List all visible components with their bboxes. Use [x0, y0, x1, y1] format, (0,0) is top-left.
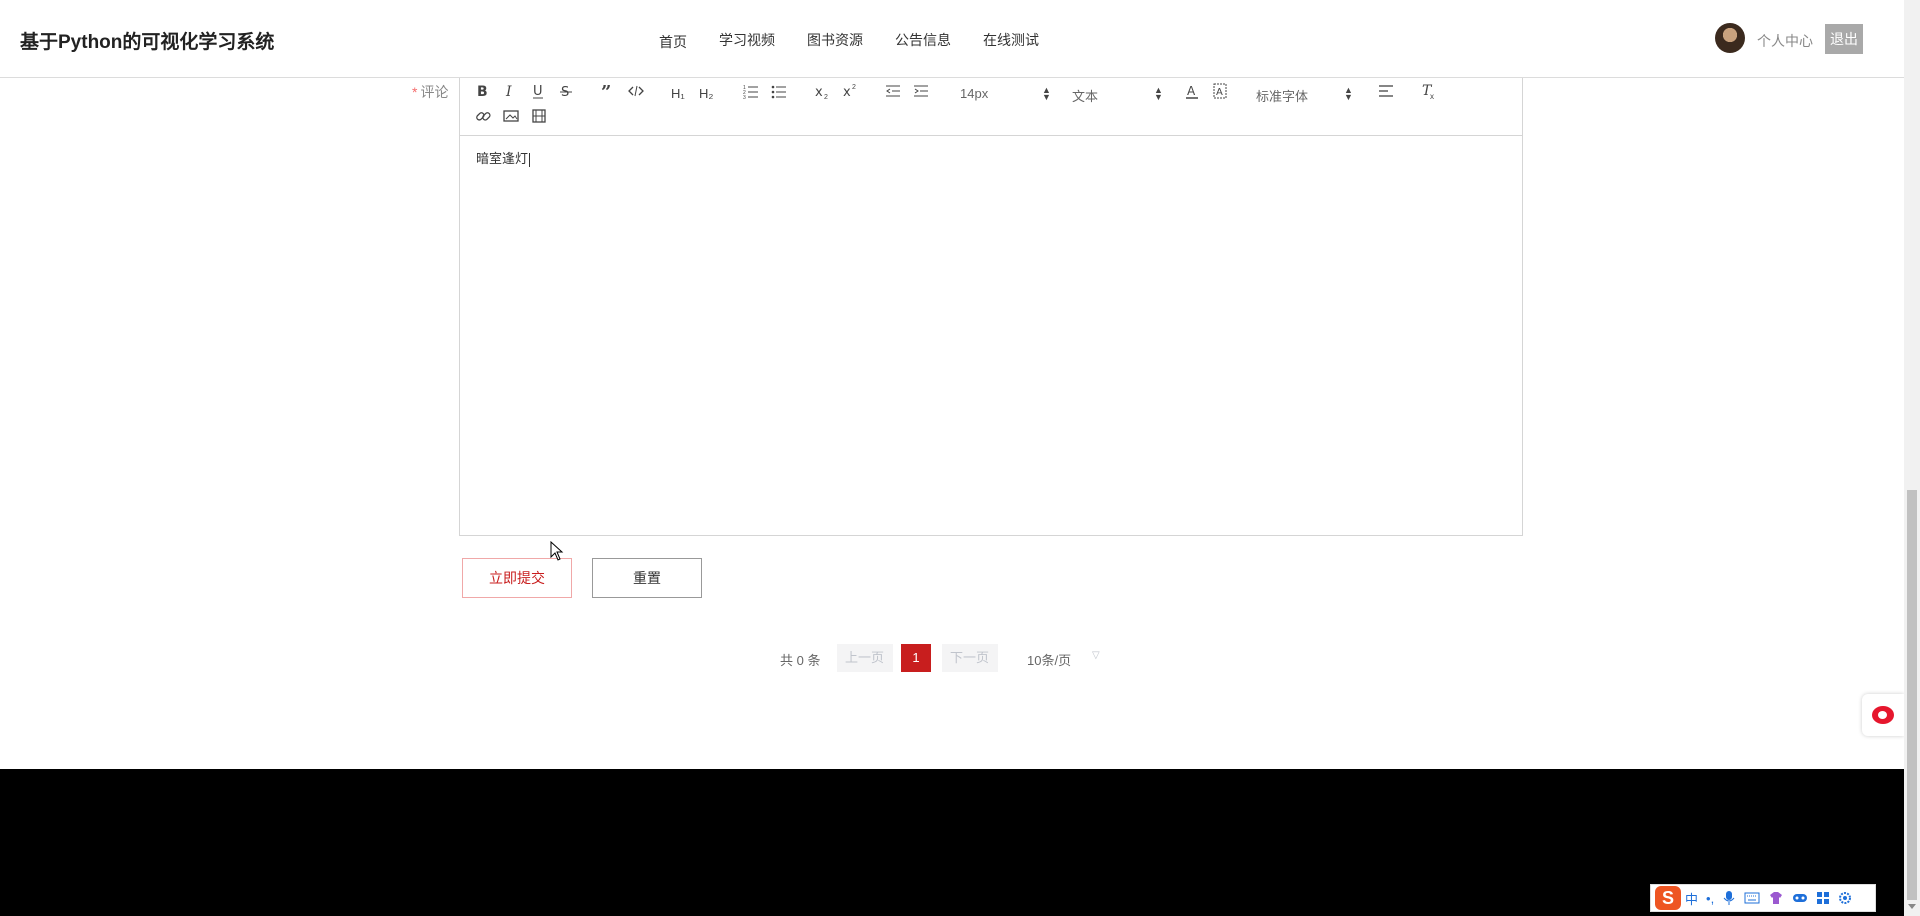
svg-text:3: 3	[743, 95, 746, 99]
subscript-icon[interactable]: x2	[814, 83, 830, 99]
svg-text:A: A	[1216, 87, 1223, 98]
nav-home[interactable]: 首页	[659, 32, 687, 52]
font-size-value: 14px	[960, 86, 989, 101]
logout-button[interactable]: 退出	[1825, 24, 1863, 54]
h1-button[interactable]: H₁	[671, 86, 685, 101]
svg-text:x: x	[843, 85, 851, 99]
keyboard-icon[interactable]	[1744, 891, 1760, 905]
quote-icon[interactable]: ”	[600, 83, 616, 99]
align-icon[interactable]	[1378, 83, 1394, 99]
editor-toolbar: B I U S ” H₁ H₂ 123 x2 x2 14px ▲ ▼ 文本 ▲ …	[460, 78, 1522, 136]
page-scrollbar[interactable]	[1904, 0, 1920, 916]
required-mark: *	[412, 84, 418, 100]
settings-icon[interactable]	[1838, 891, 1852, 905]
reset-button[interactable]: 重置	[592, 558, 702, 598]
avatar[interactable]	[1715, 23, 1745, 53]
h2-button[interactable]: H₂	[699, 86, 713, 101]
video-icon[interactable]	[531, 108, 547, 124]
rich-text-editor: B I U S ” H₁ H₂ 123 x2 x2 14px ▲ ▼ 文本 ▲ …	[459, 78, 1523, 536]
svg-text:”: ”	[601, 83, 611, 99]
editor-content[interactable]: 暗室逢灯	[476, 148, 531, 167]
toolbox-icon[interactable]	[1816, 891, 1830, 905]
svg-text:B: B	[477, 84, 488, 99]
game-icon[interactable]	[1792, 891, 1808, 905]
header-type-value: 文本	[1072, 89, 1099, 104]
select-caret-icon: ▼	[1344, 92, 1353, 102]
header-type-select[interactable]: 文本 ▲ ▼	[1072, 85, 1163, 105]
prev-page-button[interactable]: 上一页	[837, 644, 893, 672]
site-brand[interactable]: 基于Python的可视化学习系统	[20, 27, 274, 54]
submit-button[interactable]: 立即提交	[462, 558, 572, 598]
link-icon[interactable]	[475, 108, 491, 124]
svg-text:U: U	[533, 84, 543, 99]
font-color-icon[interactable]: A	[1184, 83, 1200, 99]
code-icon[interactable]	[628, 84, 644, 98]
strike-icon[interactable]: S	[559, 83, 573, 99]
comment-label-text: 评论	[420, 84, 449, 100]
svg-text:A: A	[1187, 84, 1196, 98]
ime-logo-icon[interactable]: S	[1655, 886, 1681, 910]
clear-format-icon[interactable]: Tx	[1420, 82, 1438, 100]
page-footer	[0, 769, 1904, 916]
font-size-select[interactable]: 14px ▲ ▼	[960, 85, 1051, 102]
microphone-icon[interactable]	[1722, 890, 1736, 906]
select-caret-icon: ▼	[1154, 92, 1163, 102]
pagination-total: 共 0 条	[780, 653, 821, 668]
main-nav: 首页 学习视频 图书资源 公告信息 在线测试	[659, 30, 1071, 52]
ime-toolbar: S 中 •,	[1650, 884, 1876, 912]
select-caret-icon: ▼	[1042, 92, 1051, 102]
ime-punct-toggle[interactable]: •,	[1706, 891, 1714, 906]
bold-icon[interactable]: B	[475, 83, 489, 99]
top-header: 基于Python的可视化学习系统 首页 学习视频 图书资源 公告信息 在线测试 …	[0, 0, 1904, 78]
comment-label: * 评论	[412, 82, 448, 102]
mouse-pointer-icon	[550, 541, 564, 561]
nav-videos[interactable]: 学习视频	[719, 30, 775, 52]
nav-tests[interactable]: 在线测试	[983, 30, 1039, 52]
scrollbar-thumb[interactable]	[1907, 490, 1917, 900]
image-icon[interactable]	[503, 108, 519, 124]
font-family-value: 标准字体	[1256, 89, 1309, 104]
superscript-icon[interactable]: x2	[842, 83, 858, 99]
svg-text:2: 2	[852, 84, 856, 91]
italic-icon[interactable]: I	[503, 83, 517, 99]
underline-icon[interactable]: U	[531, 83, 545, 99]
scroll-down-arrow-icon[interactable]	[1908, 904, 1916, 909]
outdent-icon[interactable]	[885, 83, 901, 99]
weibo-share-button[interactable]	[1862, 694, 1904, 736]
skin-icon[interactable]	[1768, 891, 1784, 905]
editor-text: 暗室逢灯	[476, 151, 529, 166]
nav-notices[interactable]: 公告信息	[895, 30, 951, 52]
text-caret	[529, 152, 531, 167]
svg-text:I: I	[505, 84, 512, 99]
chevron-down-icon[interactable]: ▽	[1092, 650, 1100, 661]
indent-icon[interactable]	[913, 83, 929, 99]
svg-text:x: x	[1430, 92, 1434, 100]
bullet-list-icon[interactable]	[771, 83, 787, 99]
user-center-link[interactable]: 个人中心	[1757, 31, 1813, 51]
svg-text:2: 2	[824, 94, 828, 99]
nav-books[interactable]: 图书资源	[807, 30, 863, 52]
next-page-button[interactable]: 下一页	[942, 644, 998, 672]
ordered-list-icon[interactable]: 123	[743, 83, 759, 99]
page-size-select[interactable]: 10条/页	[1027, 650, 1071, 669]
ime-mode-toggle[interactable]: 中	[1685, 889, 1698, 908]
background-color-icon[interactable]: A	[1212, 83, 1228, 99]
page-number-current[interactable]: 1	[901, 644, 931, 672]
svg-text:x: x	[815, 85, 823, 99]
font-family-select[interactable]: 标准字体 ▲ ▼	[1256, 85, 1353, 105]
weibo-icon-eye	[1878, 711, 1887, 719]
